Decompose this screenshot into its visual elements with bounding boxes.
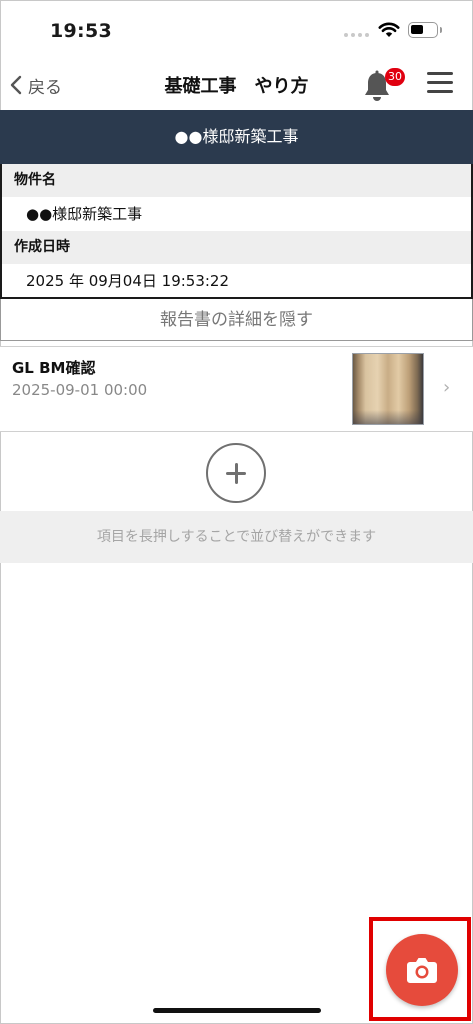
nav-bar: 戻る 基礎工事 やり方 (0, 60, 473, 110)
property-label: 物件名 (2, 164, 471, 197)
notification-badge: 30 (385, 68, 405, 86)
hamburger-menu-icon (427, 72, 453, 93)
battery-cap (440, 27, 442, 33)
battery-icon (408, 22, 438, 38)
camera-icon (407, 958, 437, 983)
report-details: 物件名 ●●様邸新築工事 作成日時 2025 年 09月04日 19:53:22 (0, 164, 473, 299)
status-time: 19:53 (50, 20, 112, 42)
signal-icon (344, 33, 369, 37)
report-title: GL BM確認 (12, 359, 96, 377)
menu-button[interactable] (427, 72, 453, 96)
report-thumbnail (352, 353, 424, 425)
created-label: 作成日時 (2, 231, 471, 264)
home-indicator (153, 1008, 321, 1013)
hide-details-button[interactable]: 報告書の詳細を隠す (0, 299, 473, 341)
report-date: 2025-09-01 00:00 (12, 381, 148, 399)
property-value: ●●様邸新築工事 (26, 205, 143, 223)
add-item-button[interactable] (206, 443, 266, 503)
reorder-hint: 項目を長押しすることで並び替えができます (0, 511, 473, 563)
list-item[interactable]: GL BM確認 2025-09-01 00:00 › (0, 346, 473, 432)
wifi-icon (378, 22, 400, 37)
camera-button[interactable] (386, 934, 458, 1006)
project-header: ●●様邸新築工事 (0, 110, 473, 164)
created-value: 2025 年 09月04日 19:53:22 (26, 272, 230, 290)
status-bar: 19:53 (0, 0, 473, 60)
chevron-right-icon: › (443, 377, 451, 398)
